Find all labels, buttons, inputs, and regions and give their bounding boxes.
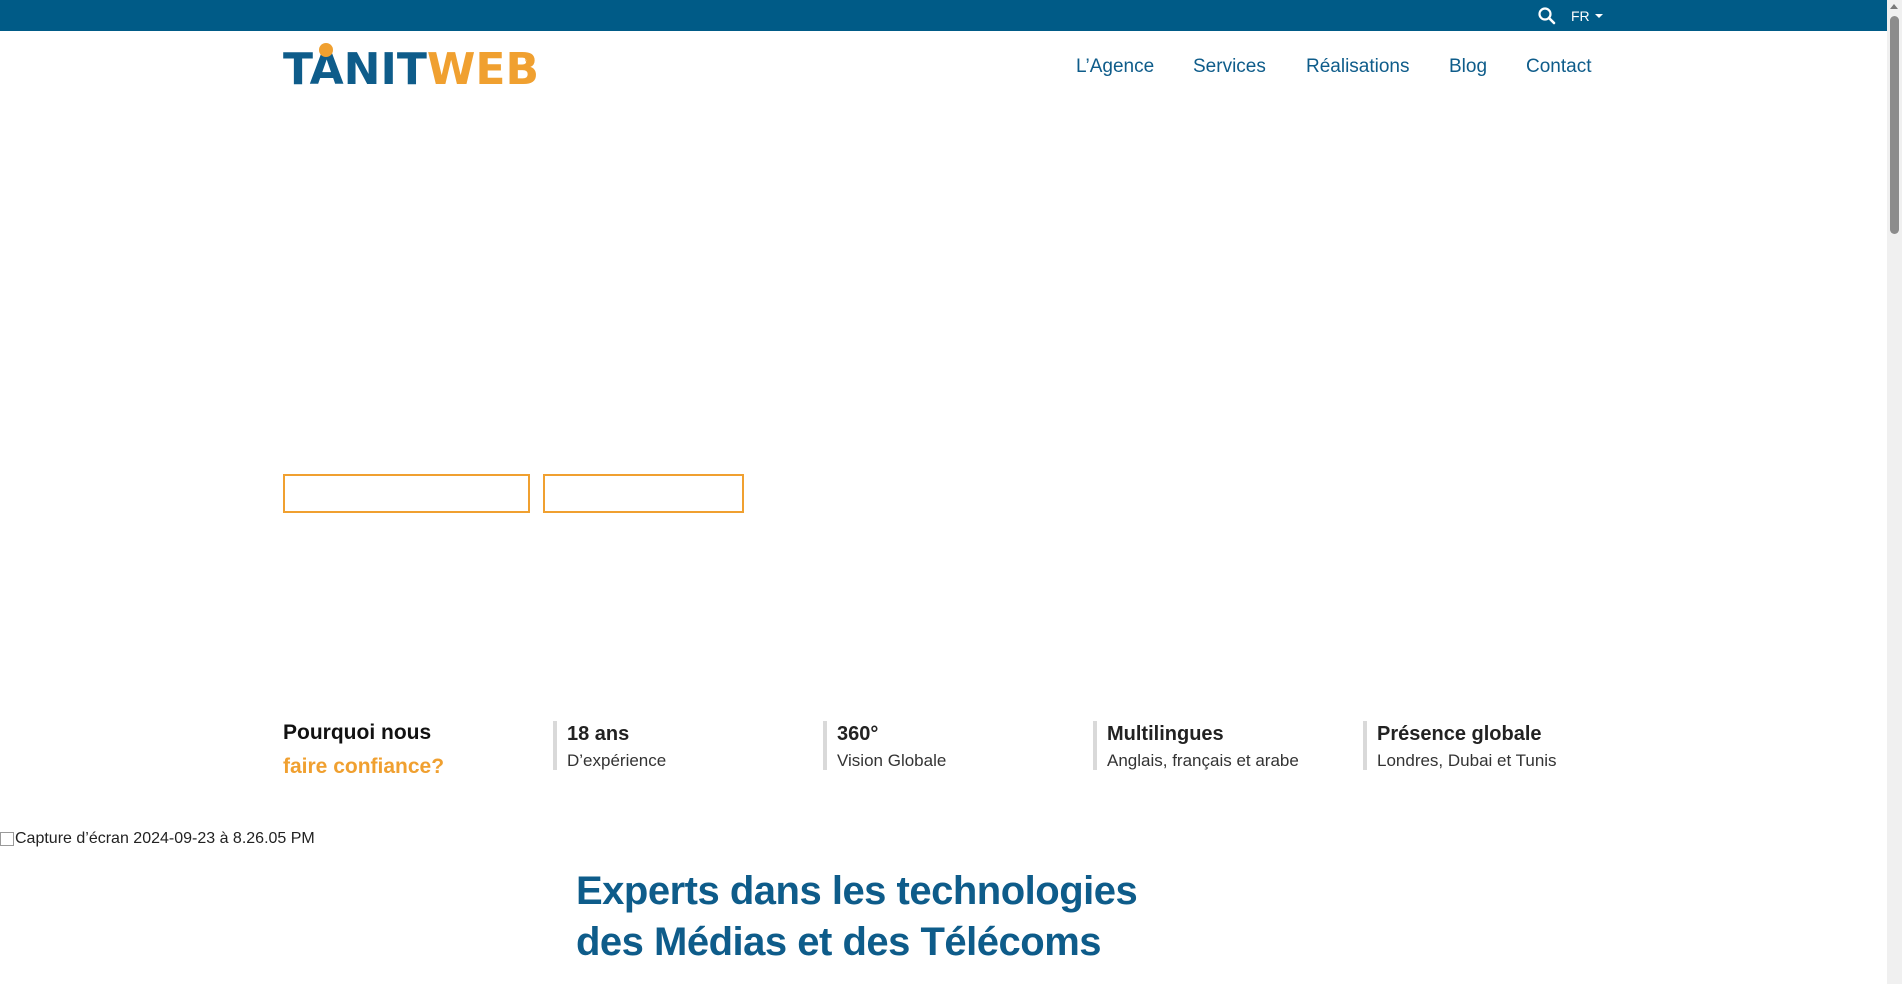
stat-experience: 18 ans D’expérience: [553, 721, 666, 770]
broken-image-icon: [0, 832, 14, 846]
stat-description: Anglais, français et arabe: [1107, 751, 1299, 770]
hero-button-secondary[interactable]: [543, 474, 744, 513]
registered-mark: ®: [524, 54, 533, 66]
logo[interactable]: TANIT WEB ®: [283, 40, 539, 96]
scroll-up-arrow-icon[interactable]: [1890, 4, 1898, 9]
nav-item-services[interactable]: Services: [1193, 56, 1266, 78]
vertical-scrollbar[interactable]: [1887, 0, 1902, 984]
nav-item-blog[interactable]: Blog: [1449, 56, 1487, 78]
nav-item-realisations[interactable]: Réalisations: [1306, 56, 1410, 78]
why-title-line1: Pourquoi nous: [283, 721, 432, 744]
nav-item-contact[interactable]: Contact: [1526, 56, 1591, 78]
search-icon[interactable]: [1537, 6, 1557, 26]
stat-value: Multilingues: [1107, 723, 1224, 745]
stat-multilingual: Multilingues Anglais, français et arabe: [1093, 721, 1299, 770]
scrollbar-thumb[interactable]: [1890, 16, 1899, 234]
stat-description: Londres, Dubai et Tunis: [1377, 751, 1557, 770]
broken-image: Capture d’écran 2024-09-23 à 8.26.05 PM: [0, 830, 315, 848]
broken-image-alt-text: Capture d’écran 2024-09-23 à 8.26.05 PM: [15, 830, 315, 847]
experts-heading-line1: Experts dans les technologies: [576, 869, 1138, 913]
language-selector[interactable]: FR: [1571, 6, 1603, 26]
logo-text-part2: WEB: [426, 44, 539, 95]
logo-dot: [319, 43, 333, 57]
why-title-line2: faire confiance?: [283, 755, 445, 778]
experts-heading-line2: des Médias et des Télécoms: [576, 920, 1102, 964]
nav-item-agence[interactable]: L’Agence: [1076, 56, 1154, 78]
why-trust-title: Pourquoi nous faire confiance?: [283, 716, 444, 784]
stat-value: 360°: [837, 723, 879, 745]
language-label: FR: [1571, 8, 1590, 24]
stat-value: Présence globale: [1377, 723, 1542, 745]
experts-heading: Experts dans les technologies des Médias…: [576, 866, 1276, 968]
top-bar: FR: [0, 0, 1902, 31]
logo-text-part1: TANIT: [283, 44, 427, 95]
hero-button-primary[interactable]: [283, 474, 530, 513]
stat-description: D’expérience: [567, 751, 667, 770]
chevron-down-icon: [1594, 14, 1603, 18]
stat-vision: 360° Vision Globale: [823, 721, 946, 770]
stat-value: 18 ans: [567, 723, 630, 745]
stat-description: Vision Globale: [837, 751, 947, 770]
stat-global-presence: Présence globale Londres, Dubai et Tunis: [1363, 721, 1557, 770]
